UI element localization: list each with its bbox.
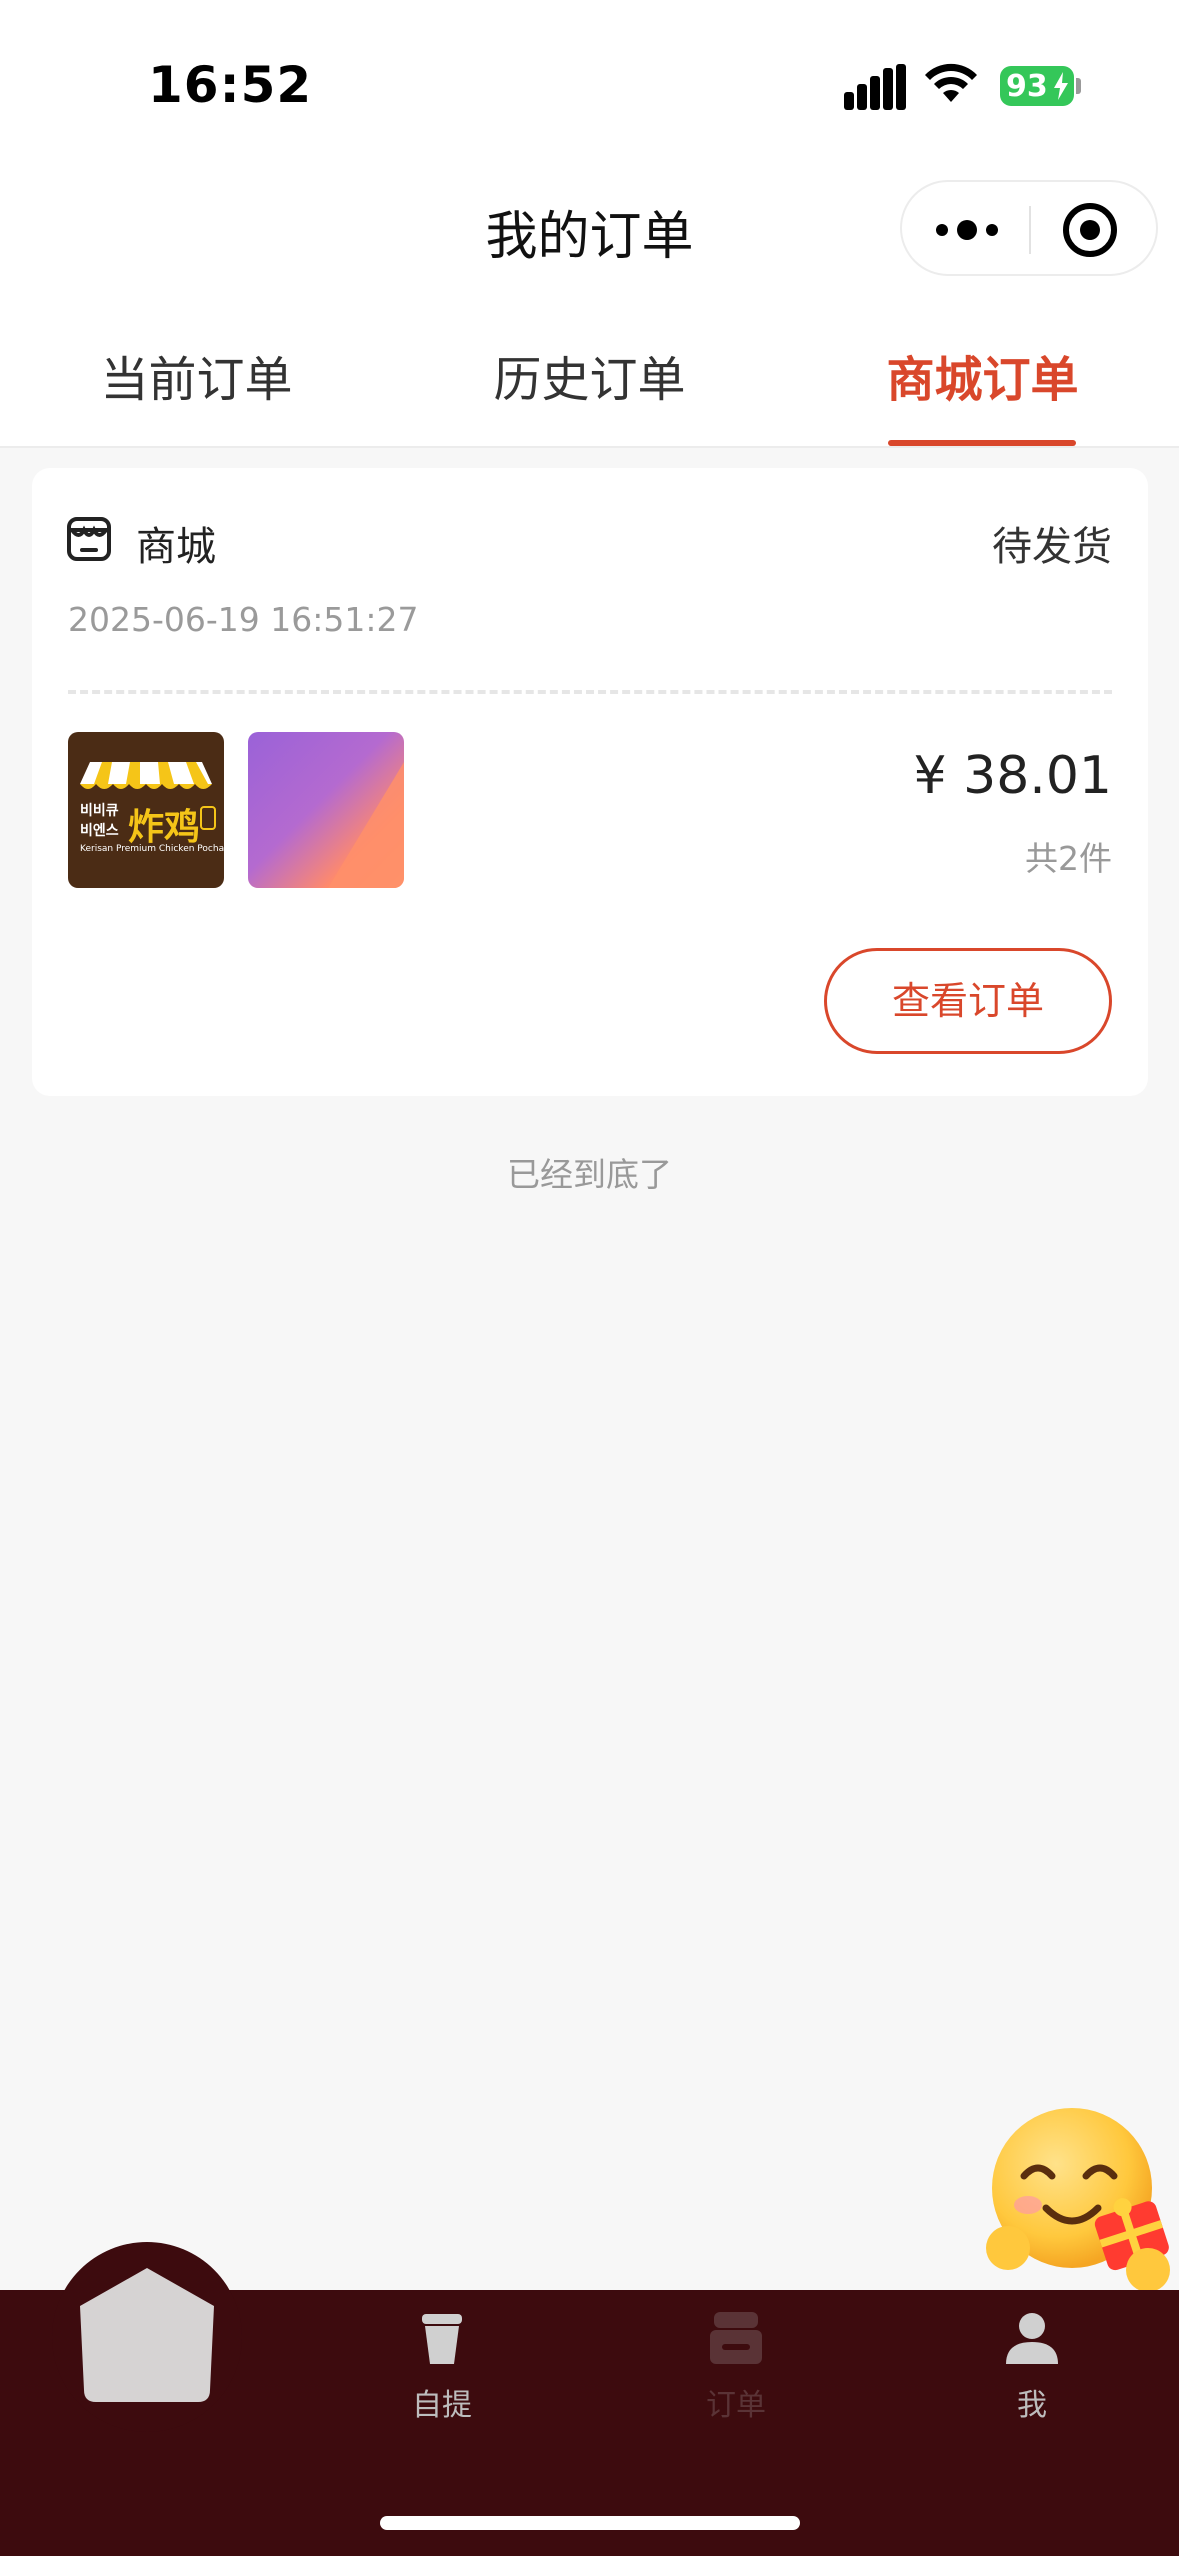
order-time: 2025-06-19 16:51:27 [68, 600, 419, 639]
wifi-icon [925, 63, 977, 102]
product-thumbnail[interactable] [248, 732, 404, 888]
battery-level: 93 [1006, 69, 1048, 104]
logo-text-chinese: 炸鸡 [128, 807, 201, 848]
awning-icon [80, 762, 212, 789]
nav-header: 我的订单 [0, 170, 1179, 310]
active-tab-indicator [888, 440, 1076, 446]
order-card[interactable]: 商城 待发货 2025-06-19 16:51:27 비비큐 비엔스 炸鸡 Ke… [32, 468, 1148, 1096]
order-price: ¥ 38.01 [913, 746, 1112, 806]
gradient-product-image [328, 762, 404, 888]
status-bar: 16:52 93 [0, 0, 1179, 170]
order-tabs: 当前订单 历史订单 商城订单 [0, 310, 1179, 448]
tabbar-item-me[interactable]: 我 [952, 2310, 1112, 2424]
end-of-list-hint: 已经到底了 [507, 1155, 672, 1194]
more-icon[interactable] [932, 208, 1002, 252]
divider [68, 690, 1112, 694]
user-icon [1006, 2313, 1058, 2364]
shop-name: 商城 [136, 524, 216, 570]
home-indicator [380, 2516, 800, 2530]
mini-program-capsule [900, 180, 1158, 276]
tab-current-orders[interactable]: 当前订单 [0, 340, 393, 410]
shop-icon [67, 517, 111, 561]
logo-text-korean-2: 비엔스 [80, 823, 119, 839]
logo-badge [200, 806, 216, 830]
cup-icon [422, 2314, 462, 2364]
tabbar-item-orders[interactable]: 订单 [656, 2310, 816, 2424]
tabbar-item-pickup[interactable]: 自提 [362, 2310, 522, 2424]
logo-text-korean-1: 비비큐 [80, 803, 119, 819]
tabbar-label: 订单 [706, 2388, 766, 2423]
close-target-icon[interactable] [1062, 202, 1118, 258]
battery-icon: 93 [1000, 66, 1081, 106]
tab-history-orders[interactable]: 历史订单 [393, 340, 786, 410]
item-count: 共2件 [1025, 839, 1112, 878]
view-order-button[interactable]: 查看订单 [824, 948, 1112, 1054]
home-icon[interactable] [80, 2268, 214, 2404]
smile-gift-icon[interactable] [980, 2100, 1179, 2300]
order-status: 待发货 [992, 524, 1112, 570]
status-time: 16:52 [148, 56, 313, 114]
product-thumbnail[interactable]: 비비큐 비엔스 炸鸡 Kerisan Premium Chicken Pocha [68, 732, 224, 888]
logo-text-english: Kerisan Premium Chicken Pocha [80, 844, 224, 854]
tabbar-label: 我 [1017, 2388, 1047, 2423]
tabbar-label: 自提 [412, 2388, 472, 2423]
tab-mall-orders[interactable]: 商城订单 [786, 340, 1179, 410]
signal-icon [844, 64, 906, 110]
charging-bolt-icon [1054, 72, 1068, 100]
order-icon [710, 2312, 762, 2364]
capsule-divider [1029, 206, 1031, 254]
